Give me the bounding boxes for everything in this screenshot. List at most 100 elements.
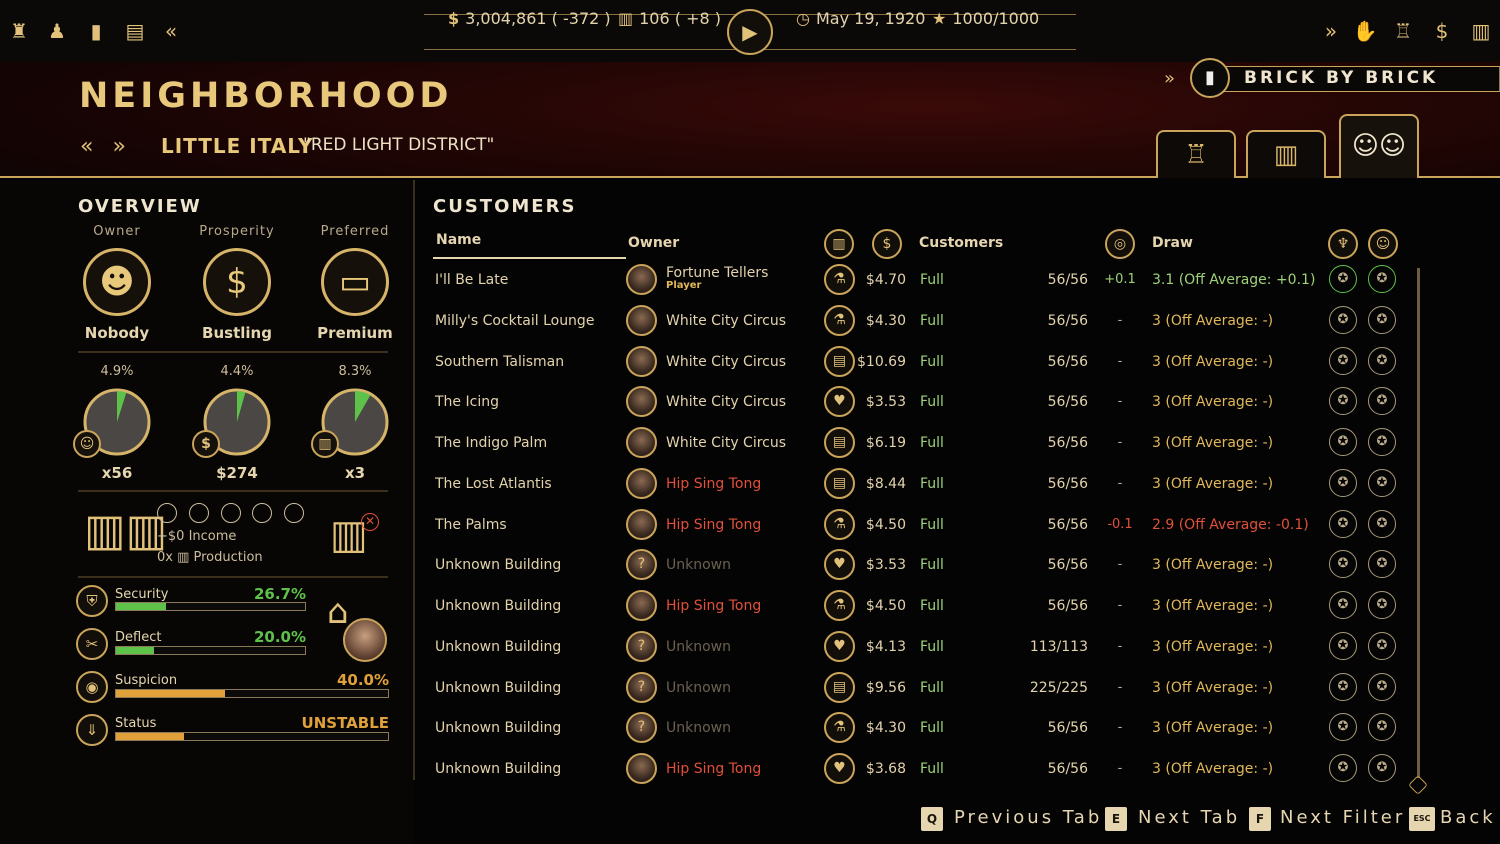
book-icon[interactable]: ▮	[1190, 58, 1230, 98]
page-title: NEIGHBORHOOD	[79, 76, 453, 116]
column-name[interactable]: Name	[436, 232, 481, 248]
draw-value: 3 (Off Average: -)	[1152, 475, 1274, 492]
prev-district-icon[interactable]: «	[80, 134, 93, 159]
entertainment-rating-icon[interactable]: ✪	[1329, 468, 1357, 497]
business-name: The Icing	[435, 394, 499, 411]
table-row[interactable]: The Lost Atlantis Hip Sing Tong ▤ $8.44 Full…	[430, 464, 1410, 504]
table-row[interactable]: Unknown Building Hip Sing Tong ⚗ $4.50 Full 5…	[430, 586, 1410, 626]
staff-rating-icon[interactable]: ✪	[1368, 265, 1396, 293]
next-filter-label[interactable]: Next Filter	[1280, 807, 1405, 828]
star-icon: ★	[932, 9, 947, 28]
entertainment-rating-icon[interactable]: ✪	[1329, 509, 1357, 538]
entertainment-rating-icon[interactable]: ✪	[1329, 346, 1357, 375]
entertainment-rating-icon[interactable]: ✪	[1329, 591, 1357, 619]
entertainment-rating-icon[interactable]: ✪	[1329, 387, 1357, 416]
owner-avatar	[626, 264, 657, 295]
draw-modifier: -	[1117, 598, 1123, 613]
customer-count: 56/56	[1047, 761, 1088, 777]
boss-portrait-avatar[interactable]	[343, 618, 387, 662]
scrollbar[interactable]	[1417, 268, 1420, 778]
staff-rating-icon[interactable]: ✪	[1368, 713, 1396, 742]
column-draw[interactable]: Draw	[1152, 235, 1193, 251]
gauge-pct: 4.9%	[100, 364, 134, 379]
staff-rating-icon[interactable]: ✪	[1368, 631, 1396, 660]
upgrade-slot[interactable]	[157, 503, 177, 523]
staff-rating-icon[interactable]: ✪	[1368, 346, 1396, 375]
gauge-pct: 8.3%	[338, 364, 372, 379]
upgrade-slot[interactable]	[284, 503, 304, 523]
next-district-icon[interactable]: »	[112, 134, 125, 159]
staff-rating-icon[interactable]: ✪	[1368, 754, 1396, 782]
entertainment-rating-icon[interactable]: ✪	[1329, 550, 1357, 579]
play-button[interactable]: ▶	[727, 9, 773, 55]
draw-modifier: -	[1117, 475, 1123, 491]
next-filter-key[interactable]: F	[1249, 807, 1271, 831]
draw-modifier: -	[1117, 638, 1123, 654]
entertainment-rating-icon[interactable]: ✪	[1329, 672, 1357, 701]
table-row[interactable]: I'll Be Late Fortune Tellers Player ⚗ $4.70 F…	[430, 260, 1410, 300]
staff-rating-icon[interactable]: ✪	[1368, 468, 1396, 497]
table-row[interactable]: The Palms Hip Sing Tong ⚗ $4.50 Full 56/56 -0.…	[430, 505, 1410, 545]
entertainment-rating-icon[interactable]: ✪	[1329, 305, 1357, 334]
table-row[interactable]: Milly's Cocktail Lounge White City Circus…	[430, 301, 1410, 341]
entertainment-column-icon[interactable]: ♆	[1328, 229, 1358, 259]
upgrade-slot[interactable]	[221, 503, 241, 523]
table-row[interactable]: Southern Talisman White City Circus ▤ $10.6…	[430, 342, 1410, 382]
city-icon[interactable]: ♖	[1390, 18, 1416, 44]
price-column-icon[interactable]: $	[872, 229, 902, 259]
scroll-end-icon[interactable]	[1408, 775, 1428, 795]
upgrade-slot[interactable]	[189, 503, 209, 523]
handshake-icon[interactable]: ✋	[1352, 18, 1378, 44]
staff-rating-icon[interactable]: ✪	[1368, 591, 1396, 619]
column-customers[interactable]: Customers	[919, 235, 1003, 251]
booze-menu-icon[interactable]: ▥	[1468, 18, 1494, 44]
draw-modifier-column-icon[interactable]: ◎	[1105, 229, 1135, 259]
ledger-icon[interactable]: ▮	[83, 18, 109, 44]
staff-column-icon[interactable]: ☺	[1368, 229, 1398, 259]
table-row[interactable]: The Icing White City Circus ♥ $3.53 Full 56/5…	[430, 382, 1410, 422]
upgrade-slot[interactable]	[252, 503, 272, 523]
back-label[interactable]: Back	[1440, 807, 1496, 828]
table-row[interactable]: Unknown Building Hip Sing Tong ♥ $3.68 Full 5…	[430, 749, 1410, 789]
staff-rating-icon[interactable]: ✪	[1368, 672, 1396, 701]
crew-icon[interactable]: ♟	[44, 18, 70, 44]
column-owner[interactable]: Owner	[628, 235, 679, 251]
next-tab-label[interactable]: Next Tab	[1138, 807, 1240, 828]
business-name: The Palms	[435, 516, 507, 533]
entertainment-rating-icon[interactable]: ✪	[1329, 713, 1357, 742]
staff-rating-icon[interactable]: ✪	[1368, 509, 1396, 538]
staff-rating-icon[interactable]: ✪	[1368, 428, 1396, 456]
table-row[interactable]: Unknown Building? Unknown ♥ $3.53 Full 56/56-…	[430, 545, 1410, 585]
price: $4.30	[865, 312, 906, 329]
capacity-status: Full	[920, 435, 944, 451]
business-name: Unknown Building	[435, 720, 562, 737]
owner-avatar	[626, 427, 657, 458]
booze-crate-icon: ▥	[618, 9, 634, 28]
draw-value: 3 (Off Average: -)	[1152, 435, 1274, 451]
collapse-left-icon[interactable]: «	[158, 18, 184, 44]
tab-customers[interactable]: ☺☺	[1339, 114, 1419, 178]
tab-buildings[interactable]: ♖	[1156, 130, 1236, 178]
expand-right-icon[interactable]: »	[1318, 18, 1344, 44]
table-row[interactable]: Unknown Building? Unknown ⚗ $4.30 Full 56/56-…	[430, 708, 1410, 748]
table-row[interactable]: The Indigo Palm White City Circus ▤ $6.19 Fu…	[430, 423, 1410, 463]
table-row[interactable]: Unknown Building? Unknown ♥ $4.13 Full 113/11…	[430, 627, 1410, 667]
bodyguard-icon[interactable]: ♜	[6, 18, 32, 44]
next-tab-key[interactable]: E	[1105, 807, 1127, 831]
dollar-menu-icon[interactable]: $	[1429, 18, 1455, 44]
prev-tab-key[interactable]: Q	[921, 807, 943, 831]
entertainment-rating-icon[interactable]: ✪	[1329, 631, 1357, 660]
tab-tower[interactable]: ▥	[1246, 130, 1326, 178]
entertainment-rating-icon[interactable]: ✪	[1329, 265, 1357, 293]
entertainment-rating-icon[interactable]: ✪	[1329, 754, 1357, 782]
entertainment-rating-icon[interactable]: ✪	[1329, 428, 1357, 456]
table-row[interactable]: Unknown Building? Unknown ▤ $9.56 Full 225/22…	[430, 668, 1410, 708]
back-key[interactable]: ESC	[1409, 807, 1435, 831]
staff-rating-icon[interactable]: ✪	[1368, 305, 1396, 334]
staff-rating-icon[interactable]: ✪	[1368, 550, 1396, 579]
building-type-column-icon[interactable]: ▥	[824, 229, 854, 259]
briefcase-icon[interactable]: ▤	[122, 18, 148, 44]
staff-rating-icon[interactable]: ✪	[1368, 387, 1396, 416]
prev-tab-label[interactable]: Previous Tab	[954, 807, 1102, 828]
capacity-status: Full	[920, 720, 944, 737]
